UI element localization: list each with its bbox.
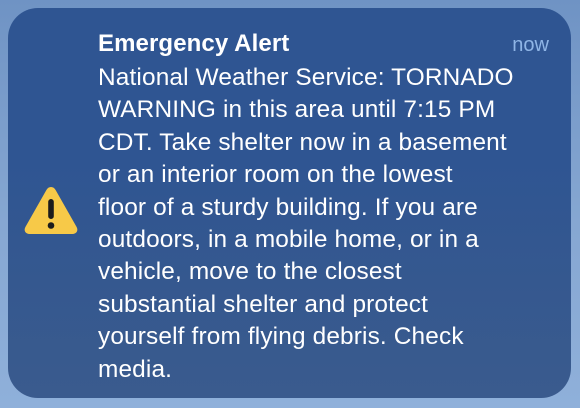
warning-icon [23, 184, 79, 236]
notification-time: now [512, 34, 549, 56]
emergency-alert-notification[interactable]: Emergency Alert now National Weather Ser… [8, 8, 571, 398]
notification-content: Emergency Alert now National Weather Ser… [98, 30, 551, 386]
notification-message: National Weather Service: TORNADO WARNIN… [98, 64, 514, 383]
notification-header: Emergency Alert now [98, 30, 551, 62]
notification-title: Emergency Alert [98, 30, 290, 57]
